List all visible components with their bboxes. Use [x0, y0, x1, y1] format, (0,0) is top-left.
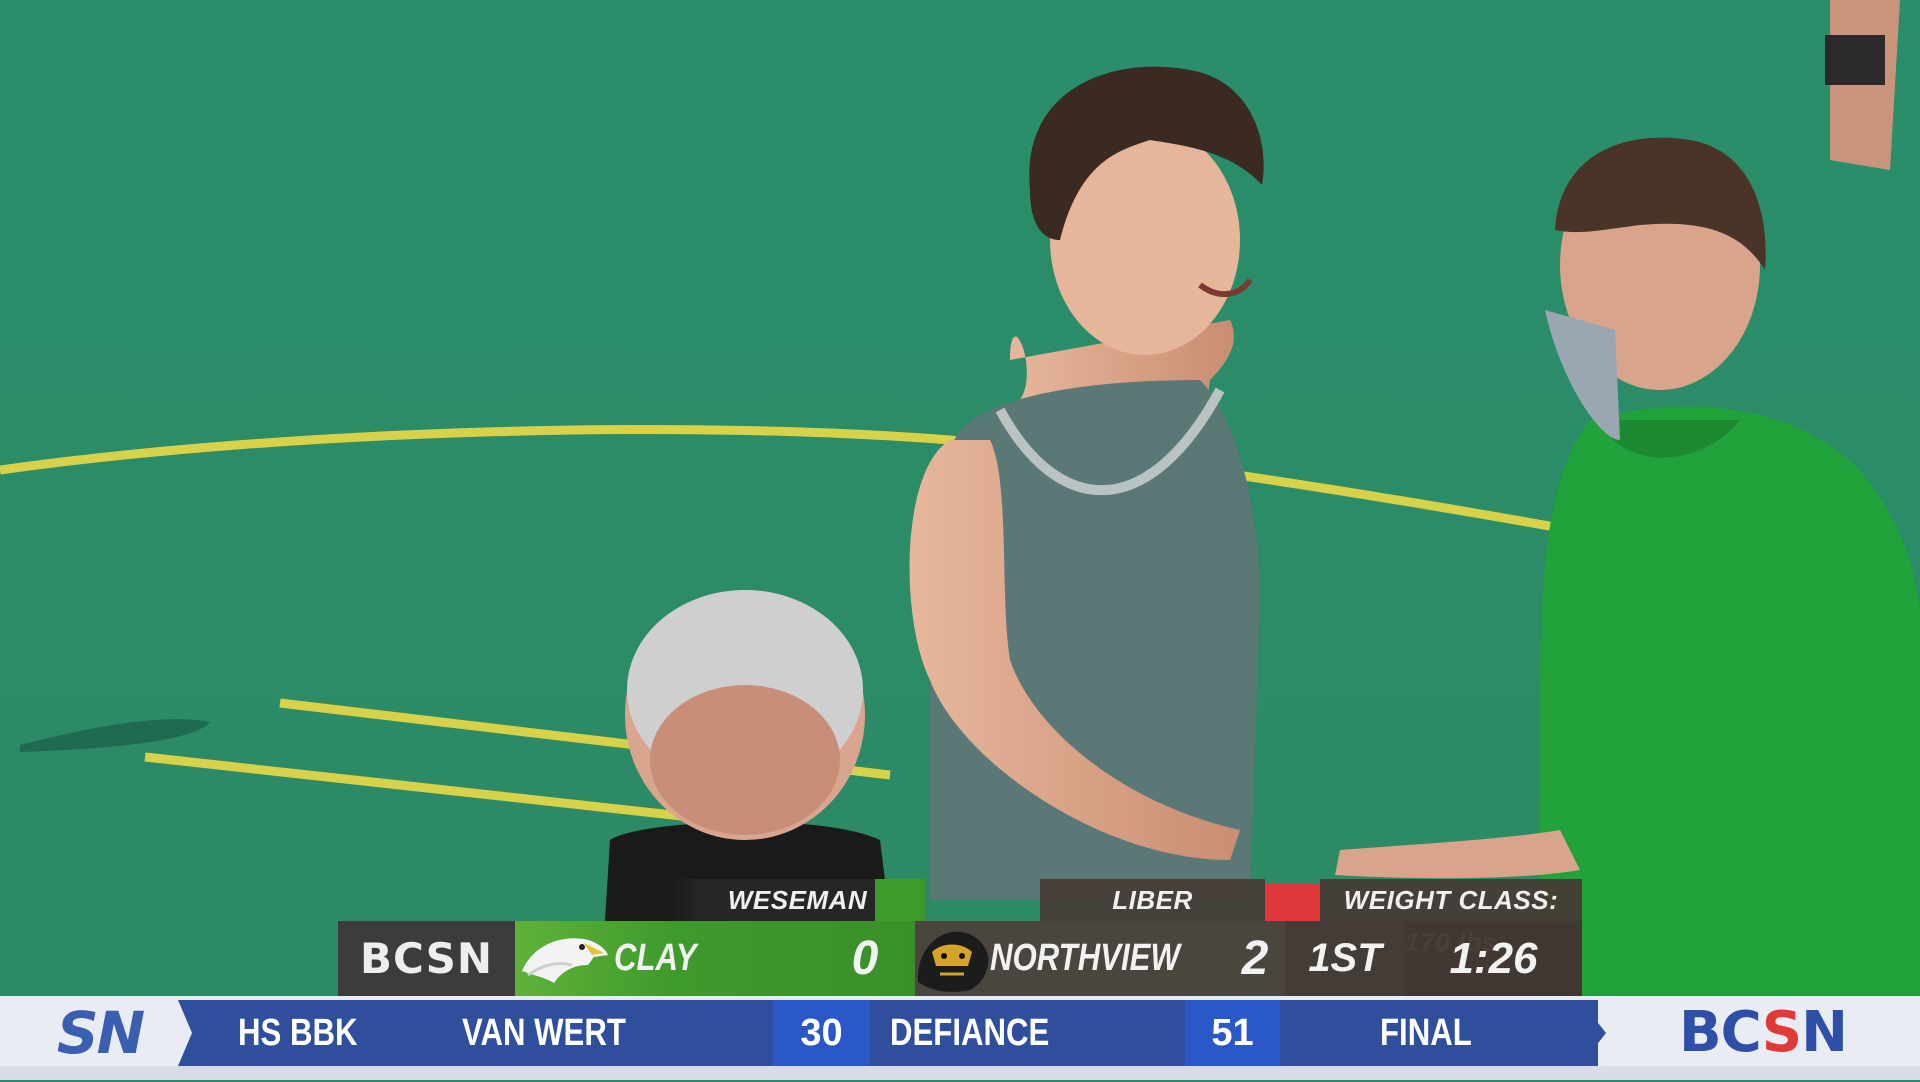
- ticker-team-a: VAN WERT: [462, 1012, 626, 1054]
- sn-logo: SN: [56, 999, 145, 1067]
- team-b-score: 2: [1241, 932, 1269, 985]
- ticker-team-b: DEFIANCE: [890, 1012, 1050, 1054]
- network-logo: BCSN: [359, 934, 493, 983]
- ticker-sport: HS BBK: [238, 1012, 358, 1054]
- eagle-icon: [518, 925, 610, 993]
- video-frame: [0, 0, 1920, 1080]
- team-a-name: CLAY: [614, 937, 697, 979]
- bcsn-logo: BCSN: [1678, 1000, 1848, 1065]
- network-box: BCSN: [338, 921, 515, 996]
- wrestling-scene: [0, 0, 1920, 1080]
- wrestler-a-name: WESEMAN: [727, 885, 868, 915]
- wrestler-a-color-strip: [875, 879, 925, 921]
- cougar-icon: [912, 922, 992, 996]
- ticker-score-a: 30: [800, 1012, 843, 1054]
- team-b-name: NORTHVIEW: [990, 937, 1180, 979]
- wrestler-b-name-bar: LIBER: [1040, 879, 1265, 921]
- ticker-status: FINAL: [1380, 1012, 1472, 1054]
- wrestler-b-name: LIBER: [1112, 885, 1193, 915]
- period: 1ST: [1308, 936, 1382, 980]
- match-clock: 1:26: [1449, 934, 1538, 983]
- advantage-indicator: [1265, 884, 1320, 921]
- ticker-bottom-edge: [0, 1066, 1920, 1080]
- team-a-score: 0: [851, 932, 879, 985]
- weight-class-bar: WEIGHT CLASS: 170 lbs: [1320, 879, 1582, 957]
- clock-box: 1:26: [1405, 921, 1582, 996]
- period-box: 1ST: [1285, 921, 1405, 996]
- ticker-score-b: 51: [1211, 1012, 1254, 1054]
